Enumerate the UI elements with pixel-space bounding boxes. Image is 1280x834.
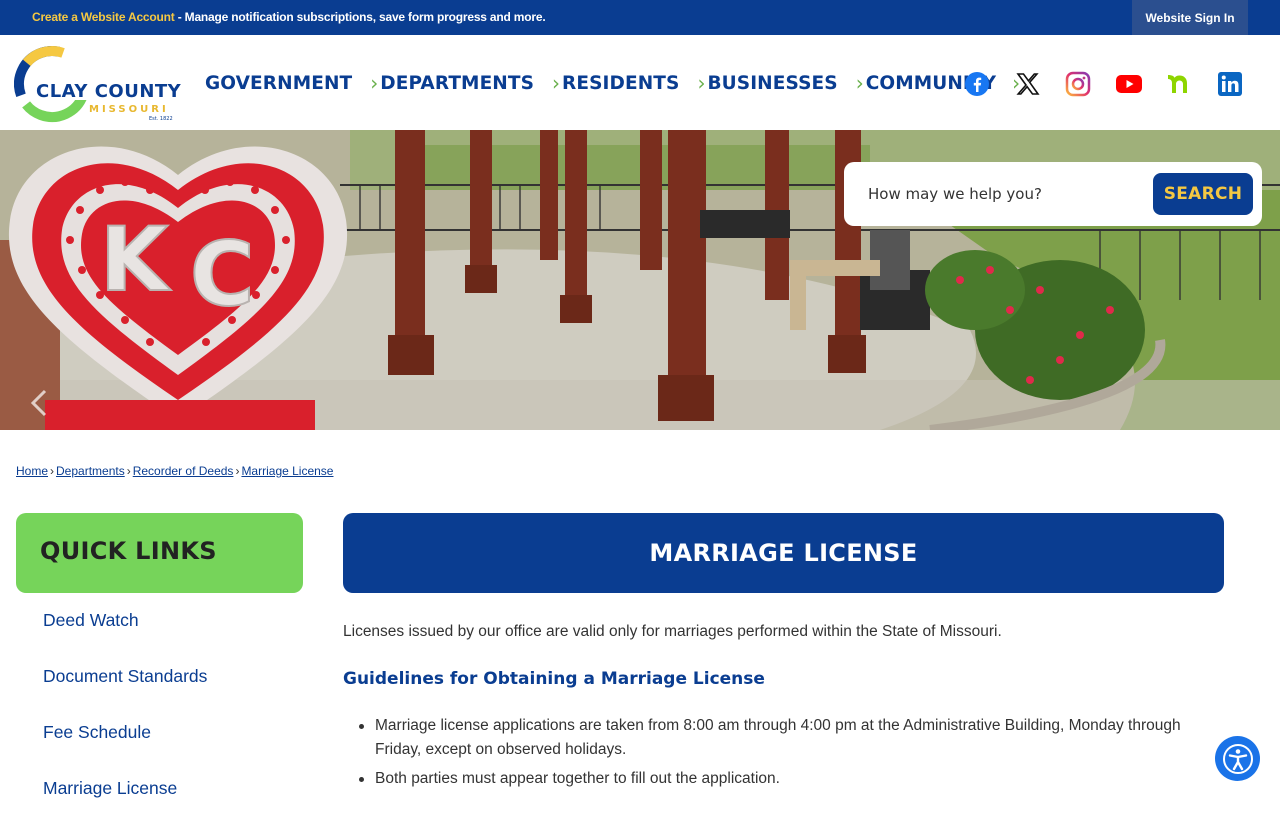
list-item: Both parties must appear together to fil… (359, 767, 1225, 791)
chevron-right-icon: › (697, 71, 706, 95)
search-button[interactable]: SEARCH (1153, 173, 1253, 215)
clay-county-logo[interactable]: CLAY COUNTY MISSOURI Est. 1822 (13, 41, 184, 123)
quick-links-header: QUICK LINKS (16, 513, 303, 593)
chevron-right-icon: › (552, 71, 561, 95)
quick-link-document-standards[interactable]: Document Standards (43, 666, 207, 722)
nav-businesses[interactable]: BUSINESSES (707, 73, 837, 94)
list-item: Marriage license applications are taken … (359, 714, 1225, 762)
breadcrumb-separator: › (235, 464, 240, 478)
breadcrumb: Home › Departments › Recorder of Deeds › Marri… (16, 464, 333, 478)
chevron-right-icon: › (370, 71, 379, 95)
site-header: CLAY COUNTY MISSOURI Est. 1822 GOVERNMEN… (0, 35, 1280, 130)
logo-est: Est. 1822 (149, 116, 173, 122)
guidelines-list: Marriage license applications are taken … (359, 714, 1225, 796)
search-input[interactable] (858, 174, 1148, 214)
social-links (963, 70, 1266, 98)
breadcrumb-home[interactable]: Home (16, 464, 48, 478)
main-navigation: GOVERNMENT › DEPARTMENTS › RESIDENTS › B… (205, 71, 1022, 95)
svg-text:C: C (190, 223, 255, 326)
facebook-icon[interactable] (963, 70, 991, 98)
page-title: MARRIAGE LICENSE (649, 539, 918, 567)
create-account-link[interactable]: Create a Website Account (32, 10, 175, 24)
account-promo: Create a Website Account - Manage notifi… (32, 10, 546, 24)
instagram-icon[interactable] (1064, 70, 1092, 98)
nav-departments[interactable]: DEPARTMENTS (380, 73, 534, 94)
quick-link-marriage-license[interactable]: Marriage License (43, 778, 207, 834)
quick-link-deed-watch[interactable]: Deed Watch (43, 610, 207, 666)
intro-text: Licenses issued by our office are valid … (343, 623, 1002, 640)
guidelines-heading: Guidelines for Obtaining a Marriage Lice… (343, 669, 765, 689)
logo-line1: CLAY COUNTY (36, 81, 182, 102)
carousel-previous-icon[interactable] (28, 388, 50, 418)
breadcrumb-separator: › (50, 464, 55, 478)
breadcrumb-separator: › (126, 464, 131, 478)
nextdoor-icon[interactable] (1165, 70, 1193, 98)
quick-links-title: QUICK LINKS (40, 537, 217, 565)
nav-residents[interactable]: RESIDENTS (562, 73, 679, 94)
account-promo-text: - Manage notification subscriptions, sav… (174, 10, 546, 24)
search-box: SEARCH (844, 162, 1262, 226)
logo-line2: MISSOURI (89, 104, 169, 115)
breadcrumb-departments[interactable]: Departments (56, 464, 125, 478)
svg-text:K: K (100, 208, 171, 311)
nav-government[interactable]: GOVERNMENT (205, 73, 352, 94)
linkedin-icon[interactable] (1216, 70, 1244, 98)
breadcrumb-recorder-of-deeds[interactable]: Recorder of Deeds (133, 464, 234, 478)
quick-link-fee-schedule[interactable]: Fee Schedule (43, 722, 207, 778)
youtube-icon[interactable] (1115, 70, 1143, 98)
accessibility-icon[interactable] (1215, 736, 1260, 781)
x-icon[interactable] (1014, 70, 1042, 98)
quick-links-list: Deed Watch Document Standards Fee Schedu… (43, 610, 207, 834)
top-utility-bar: Create a Website Account - Manage notifi… (0, 0, 1280, 35)
breadcrumb-marriage-license[interactable]: Marriage License (241, 464, 333, 478)
chevron-right-icon: › (855, 71, 864, 95)
page-title-banner: MARRIAGE LICENSE (343, 513, 1224, 593)
website-sign-in-button[interactable]: Website Sign In (1132, 0, 1248, 35)
